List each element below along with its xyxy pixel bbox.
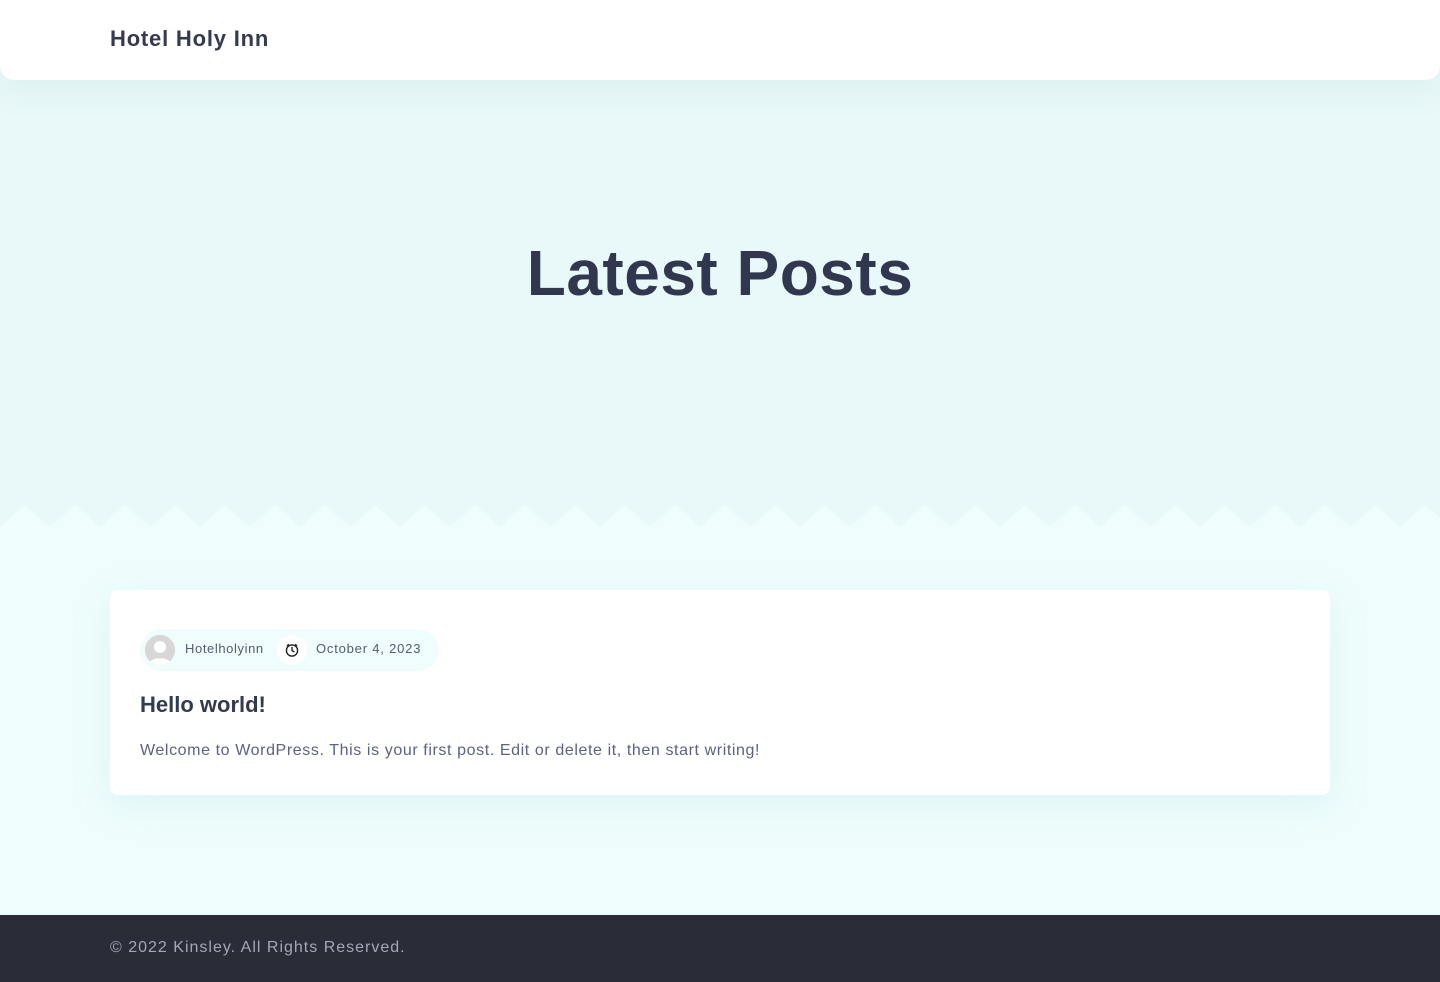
site-title-link[interactable]: Hotel Holy Inn [110, 26, 269, 52]
post-card: Hotelholyinn October 4, 2023 Hello world… [110, 590, 1330, 795]
post-meta: Hotelholyinn October 4, 2023 [140, 629, 439, 671]
post-title-link[interactable]: Hello world! [140, 692, 266, 718]
zigzag-divider [0, 505, 1440, 530]
site-footer: © 2022 Kinsley. All Rights Reserved. [0, 915, 1440, 982]
page-title: Latest Posts [526, 237, 914, 309]
post-excerpt: Welcome to WordPress. This is your first… [140, 742, 761, 759]
post-author-link[interactable]: Hotelholyinn [185, 641, 264, 656]
site-header: Hotel Holy Inn [0, 0, 1440, 80]
avatar-icon[interactable] [145, 635, 175, 665]
copyright-text: © 2022 Kinsley. All Rights Reserved. [110, 939, 406, 956]
clock-icon [277, 635, 307, 665]
post-date-link[interactable]: October 4, 2023 [316, 641, 421, 656]
